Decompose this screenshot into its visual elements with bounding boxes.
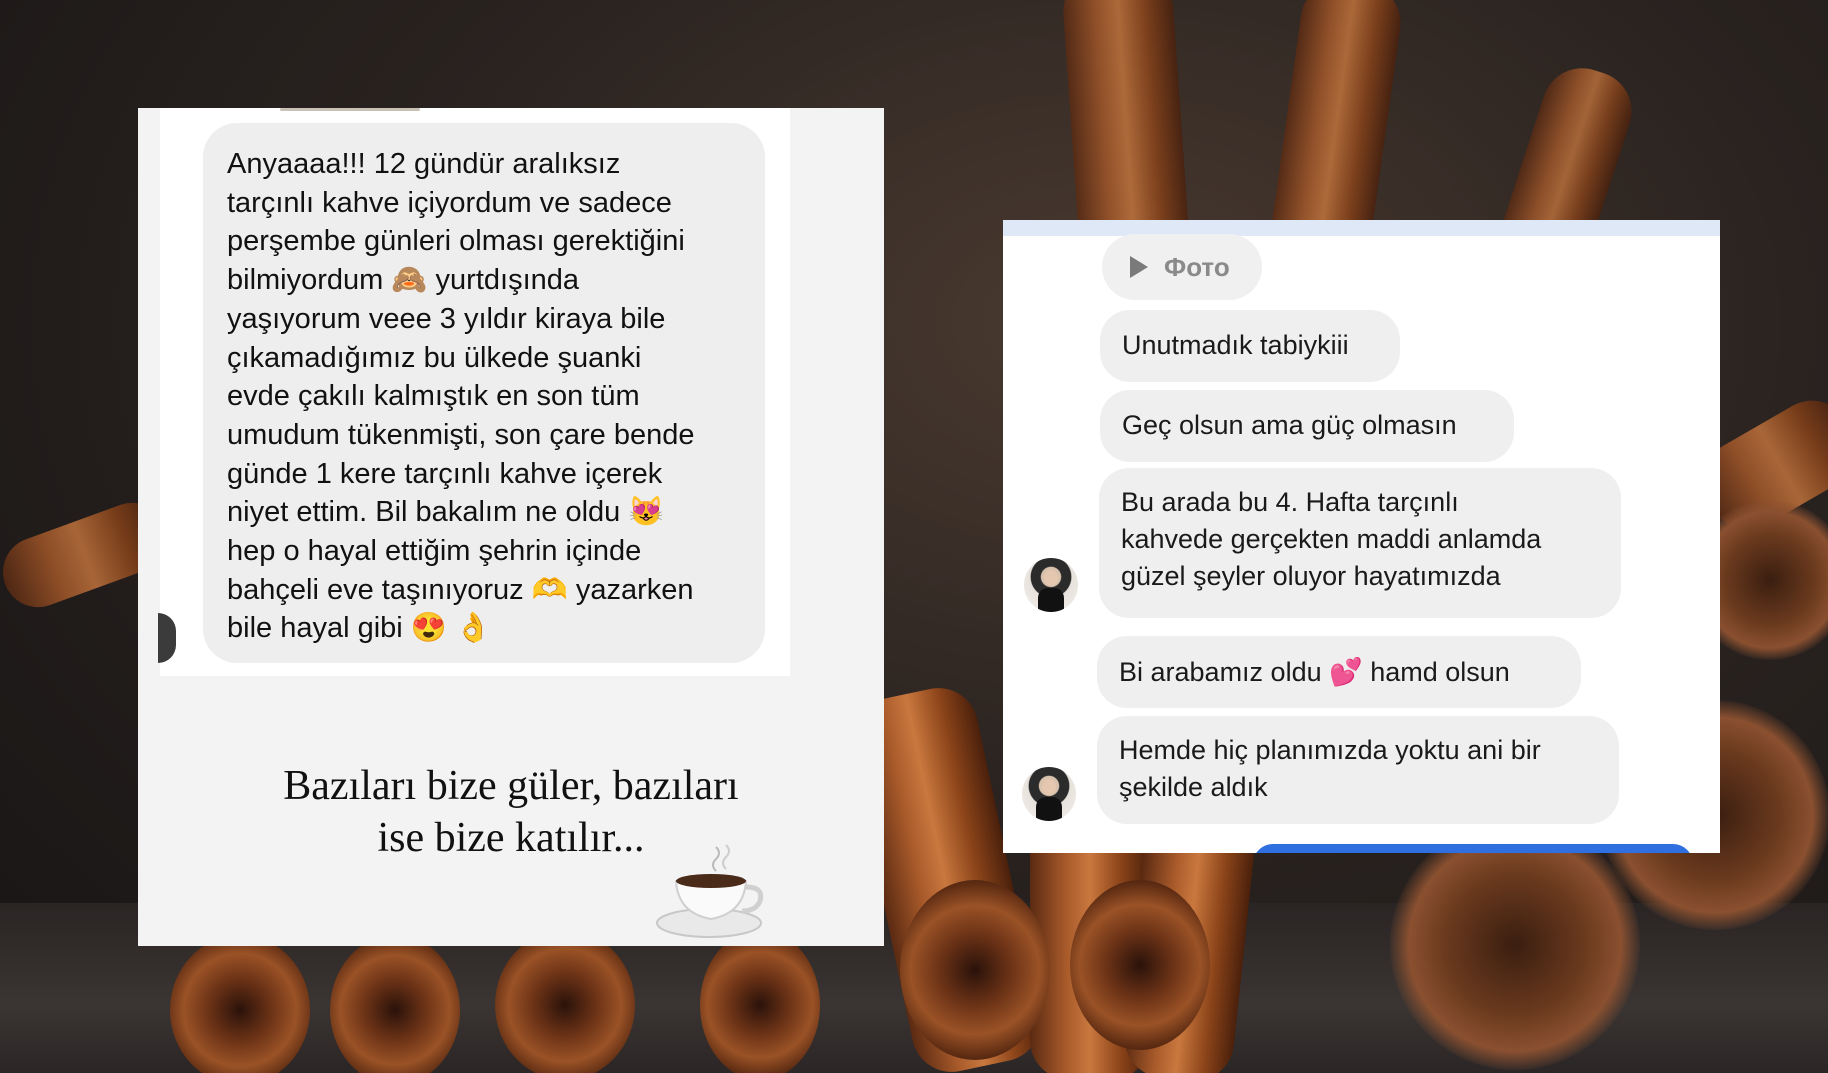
message-line: Bi arabamız oldu 💕 hamd olsun bbox=[1119, 657, 1510, 687]
message-line: kahvede gerçekten maddi anlamda bbox=[1121, 524, 1542, 554]
message-bubble: Hemde hiç planımızda yoktu ani bir şekil… bbox=[1097, 716, 1619, 824]
message-line: niyet ettim. Bil bakalım ne oldu 😻 bbox=[227, 496, 665, 529]
message-line: günde 1 kere tarçınlı kahve içerek bbox=[227, 457, 663, 490]
avatar[interactable] bbox=[1024, 558, 1078, 612]
message-bubble: Bu arada bu 4. Hafta tarçınlı kahvede ge… bbox=[1099, 468, 1621, 618]
avatar[interactable] bbox=[1022, 767, 1076, 821]
photo-attachment-button[interactable]: Фото bbox=[1102, 234, 1262, 300]
message-line: hep o hayal ettiğim şehrin içinde bbox=[227, 535, 642, 568]
message-line: çıkamadığımız bu ülkede şuanki bbox=[227, 341, 642, 374]
message-line: Unutmadık tabiykiii bbox=[1122, 330, 1349, 360]
message-bubble: Bi arabamız oldu 💕 hamd olsun bbox=[1097, 636, 1581, 708]
message-line: şekilde aldık bbox=[1119, 772, 1268, 802]
coffee-cup-icon bbox=[656, 844, 764, 938]
message-line: Geç olsun ama güç olmasın bbox=[1122, 410, 1457, 440]
message-bubble: Unutmadık tabiykiii bbox=[1100, 310, 1400, 382]
message-line: perşembe günleri olması gerektiğini bbox=[227, 225, 685, 258]
message-line: evde çakılı kalmıştık en son tüm bbox=[227, 380, 640, 413]
message-line: umudum tükenmişti, son çare bende bbox=[227, 418, 695, 451]
quote-line: Bazıları bize güler, bazıları bbox=[283, 763, 739, 809]
right-screenshot-panel: Фото Unutmadık tabiykiii Geç olsun ama g… bbox=[1003, 220, 1720, 853]
message-line: Hemde hiç planımızda yoktu ani bir bbox=[1119, 735, 1541, 765]
message-bubble: Geç olsun ama güç olmasın bbox=[1100, 390, 1514, 462]
message-line: yaşıyorum veee 3 yıldır kiraya bile bbox=[227, 302, 666, 335]
message-line: Bu arada bu 4. Hafta tarçınlı bbox=[1121, 487, 1459, 517]
message-line: Anyaaaa!!! 12 gündür aralıksız bbox=[227, 148, 621, 180]
play-icon bbox=[1130, 256, 1148, 278]
left-screenshot-panel: Anyaaaa!!! 12 gündür aralıksız tarçınlı … bbox=[138, 108, 884, 946]
message-bubble: Anyaaaa!!! 12 gündür aralıksız tarçınlı … bbox=[203, 123, 765, 663]
message-line: güzel şeyler oluyor hayatımızda bbox=[1121, 561, 1501, 591]
message-line: bilmiyordum 🙈 yurtdışında bbox=[227, 264, 580, 297]
message-line: bile hayal gibi 😍 👌 bbox=[227, 612, 492, 645]
message-line: tarçınlı kahve içiyordum ve sadece bbox=[227, 186, 672, 219]
top-bar bbox=[1003, 220, 1720, 236]
message-input-bar[interactable] bbox=[1253, 844, 1693, 853]
photo-label: Фото bbox=[1164, 251, 1230, 282]
message-line: bahçeli eve taşınıyoruz 🫶 yazarken bbox=[227, 573, 694, 606]
